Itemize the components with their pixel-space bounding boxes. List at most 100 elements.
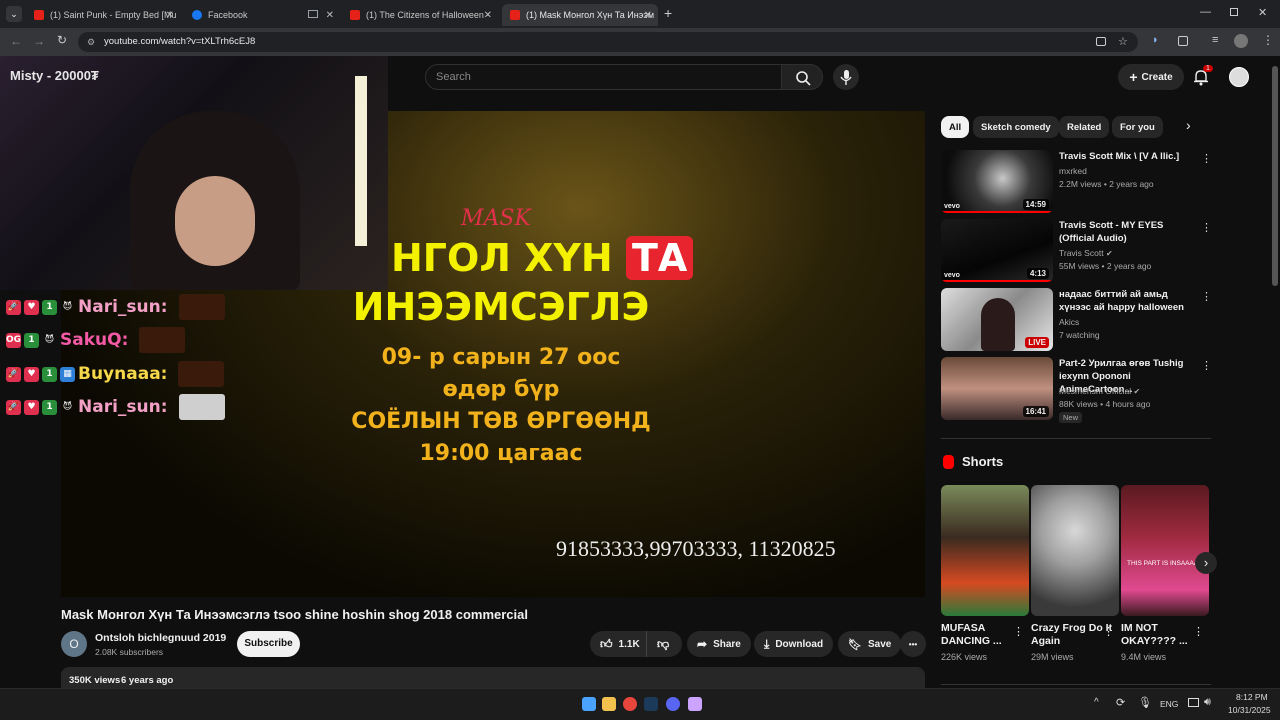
chip-related[interactable]: Related bbox=[1059, 116, 1110, 138]
recommendation-thumbnail: vevo 4:13 bbox=[941, 219, 1053, 282]
save-button[interactable]: 🔖︎ Save bbox=[838, 631, 902, 657]
create-button[interactable]: + Create bbox=[1118, 64, 1184, 90]
clock-time[interactable]: 8:12 PM bbox=[1236, 692, 1268, 702]
account-avatar[interactable] bbox=[1229, 67, 1249, 87]
more-options-icon[interactable]: ⋮ bbox=[1013, 625, 1024, 638]
recommendation-channel: Akics bbox=[1059, 317, 1080, 327]
more-options-icon[interactable]: ⋮ bbox=[1201, 359, 1212, 372]
first-badge-icon: 1 bbox=[42, 399, 57, 415]
notification-badge: 1 bbox=[1203, 65, 1213, 72]
headline-part-b: ТА bbox=[625, 236, 694, 280]
tab-mask-video[interactable]: (1) Mask Монгол Хүн Та Инээм ✕ bbox=[502, 4, 658, 26]
extension-audio-icon[interactable]: ◗ bbox=[1152, 34, 1159, 46]
steam-icon[interactable] bbox=[644, 697, 658, 711]
display-icon[interactable] bbox=[1188, 698, 1199, 707]
more-options-icon[interactable]: ⋮ bbox=[1193, 625, 1204, 638]
address-bar-row: ← → ↻ ⚙ youtube.com/watch?v=tXLTrh6cEJ8 … bbox=[0, 28, 1280, 56]
mic-tray-icon[interactable]: 🎙︎ bbox=[1138, 696, 1152, 709]
tab-facebook[interactable]: Facebook ✕ bbox=[184, 4, 340, 26]
chip-for-you[interactable]: For you bbox=[1112, 116, 1163, 138]
chips-next-icon[interactable]: › bbox=[1186, 117, 1191, 133]
youtube-favicon-icon bbox=[34, 10, 44, 20]
close-window-icon[interactable]: ✕ bbox=[1258, 6, 1267, 19]
heart-badge-icon: ♥ bbox=[24, 366, 39, 382]
description-box[interactable]: 350K views 6 years ago bbox=[61, 667, 925, 688]
video-phone-numbers: 91853333,99703333, 11320825 bbox=[556, 536, 836, 561]
recommendation-item[interactable]: LIVE надаас биттий ай амьд хүнээс ай hap… bbox=[941, 288, 1212, 352]
chip-sketch-comedy[interactable]: Sketch comedy bbox=[973, 116, 1059, 138]
short-item[interactable]: Crazy Frog Do It Again 29M views ⋮ bbox=[1031, 485, 1119, 662]
site-info-icon[interactable]: ⚙ bbox=[87, 32, 95, 52]
short-item[interactable]: MUFASA DANCING ... 226K views ⋮ bbox=[941, 485, 1029, 662]
more-options-icon[interactable]: ⋮ bbox=[1201, 221, 1212, 234]
restore-icon[interactable] bbox=[1230, 8, 1238, 16]
tab-search-button[interactable]: ⌄ bbox=[6, 6, 22, 22]
tab-saint-punk[interactable]: (1) Saint Punk - Empty Bed [Mu ✕ bbox=[26, 4, 180, 26]
more-options-icon[interactable]: ⋮ bbox=[1103, 625, 1114, 638]
subscribe-button[interactable]: Subscribe bbox=[237, 631, 300, 657]
minimize-icon[interactable]: — bbox=[1200, 6, 1211, 18]
forward-icon[interactable]: → bbox=[33, 34, 45, 48]
extensions-icon[interactable] bbox=[1178, 36, 1188, 46]
short-thumbnail bbox=[941, 485, 1029, 616]
bookmark-star-icon[interactable]: ☆ bbox=[1118, 32, 1128, 52]
file-explorer-icon[interactable] bbox=[602, 697, 616, 711]
duration-badge: 4:13 bbox=[1026, 268, 1049, 279]
sync-icon[interactable]: ⟳ bbox=[1116, 696, 1125, 709]
channel-avatar[interactable]: O bbox=[61, 631, 87, 657]
tab-label: Facebook bbox=[208, 10, 248, 20]
more-actions-button[interactable]: ••• bbox=[900, 631, 926, 657]
short-item[interactable]: THIS PART IS INSAAAA IM NOT OKAY???? ...… bbox=[1121, 485, 1209, 662]
shorts-next-button[interactable]: › bbox=[1195, 552, 1217, 574]
more-options-icon[interactable]: ⋮ bbox=[1201, 290, 1212, 303]
tab-citizens-of-halloween[interactable]: (1) The Citizens of Halloween - ✕ bbox=[342, 4, 498, 26]
search-button[interactable] bbox=[781, 64, 823, 90]
first-badge-icon: 1 bbox=[42, 299, 57, 315]
webcam-donation-label: Misty - 20000₮ bbox=[10, 68, 99, 83]
app-icon[interactable] bbox=[688, 697, 702, 711]
chip-all[interactable]: All bbox=[941, 116, 970, 138]
upload-age: 6 years ago bbox=[121, 675, 174, 686]
reload-icon[interactable]: ↻ bbox=[57, 33, 67, 47]
back-icon[interactable]: ← bbox=[10, 34, 22, 48]
dislike-button[interactable]: 👎︎ bbox=[646, 631, 682, 657]
install-icon[interactable] bbox=[1096, 37, 1106, 46]
duration-badge: 14:59 bbox=[1022, 199, 1049, 210]
recommendation-item[interactable]: vevo 4:13 Travis Scott - MY EYES (Offici… bbox=[941, 219, 1212, 283]
search-input[interactable]: Search bbox=[425, 64, 782, 90]
facebook-favicon-icon bbox=[192, 10, 202, 20]
windows-start-icon[interactable] bbox=[582, 697, 596, 711]
download-button[interactable]: ⤓ Download bbox=[754, 631, 834, 657]
profile-icon[interactable] bbox=[1234, 34, 1248, 48]
tray-chevron-icon[interactable]: ^ bbox=[1094, 697, 1099, 708]
recommendation-meta: 7 watching bbox=[1059, 330, 1100, 340]
close-tab-icon[interactable]: ✕ bbox=[484, 10, 492, 21]
volume-icon[interactable]: 🔊︎ bbox=[1204, 696, 1211, 709]
webcam-overlay: Misty - 20000₮ bbox=[0, 56, 388, 290]
og-badge-icon: OG bbox=[6, 332, 21, 348]
scrollbar[interactable] bbox=[1272, 66, 1278, 286]
discord-icon[interactable] bbox=[666, 697, 680, 711]
rocket-badge-icon: 🚀 bbox=[6, 299, 21, 315]
notifications-button[interactable]: 1 bbox=[1192, 65, 1213, 91]
recommendation-thumbnail: vevo 14:59 bbox=[941, 150, 1053, 213]
close-tab-icon[interactable]: ✕ bbox=[326, 10, 334, 21]
url-field[interactable]: ⚙ youtube.com/watch?v=tXLTrh6cEJ8 ☆ bbox=[78, 32, 1138, 52]
new-tab-button[interactable]: + bbox=[664, 5, 672, 21]
shorts-heading: Shorts bbox=[962, 454, 1004, 469]
recommendation-item[interactable]: vevo 14:59 Travis Scott Mix \ [V A llic.… bbox=[941, 150, 1212, 214]
voice-search-button[interactable] bbox=[833, 64, 859, 90]
like-button[interactable]: 👍︎ 1.1K bbox=[590, 631, 646, 657]
close-tab-icon[interactable]: ✕ bbox=[644, 10, 652, 21]
more-options-icon[interactable]: ⋮ bbox=[1201, 152, 1212, 165]
close-tab-icon[interactable]: ✕ bbox=[166, 10, 174, 21]
clock-date[interactable]: 10/31/2025 bbox=[1228, 705, 1271, 715]
language-indicator[interactable]: ENG bbox=[1160, 699, 1178, 709]
channel-name[interactable]: Ontsloh bichlegnuud 2019 bbox=[95, 632, 226, 644]
recommendation-item[interactable]: 16:41 Part-2 Урилгаа өгөв Tushig iexynn … bbox=[941, 357, 1212, 423]
chrome-icon[interactable] bbox=[623, 697, 637, 711]
share-button[interactable]: ➦ Share bbox=[687, 631, 751, 657]
reading-list-icon[interactable]: ≡ bbox=[1212, 34, 1218, 46]
menu-icon[interactable]: ⋮ bbox=[1262, 33, 1274, 47]
video-date-line: 09- р сарын 27 оос bbox=[381, 345, 621, 370]
